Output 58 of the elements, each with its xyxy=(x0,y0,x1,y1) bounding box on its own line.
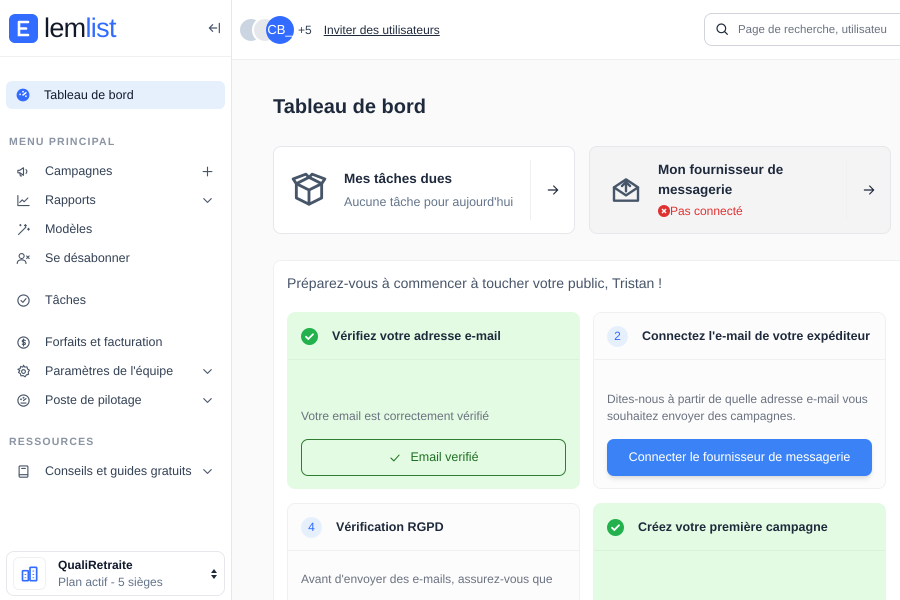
step-number: 2 xyxy=(607,326,628,346)
dashboard-icon xyxy=(16,392,31,408)
page-title: Tableau de bord xyxy=(273,95,427,120)
search-icon xyxy=(714,21,730,37)
step-title: Créez votre première campagne xyxy=(638,518,828,536)
summary-card[interactable]: Mon fournisseur de messagerie Pas connecté xyxy=(589,146,891,234)
collapse-sidebar-button[interactable] xyxy=(206,20,222,36)
sidebar-item[interactable]: Paramètres de l'équipe xyxy=(6,356,225,386)
search-field[interactable]: Page de recherche, utilisateu xyxy=(704,13,900,46)
section-heading: RESSOURCES xyxy=(8,434,96,450)
dashboard-icon xyxy=(16,88,30,102)
user-remove-icon xyxy=(16,250,31,266)
sidebar-item[interactable]: Tâches xyxy=(6,286,225,315)
step-title: Connectez l'e-mail de votre expéditeur xyxy=(642,328,870,345)
sidebar-item[interactable]: Se désabonner xyxy=(6,244,225,273)
plan-label: Plan actif - 5 sièges xyxy=(58,574,164,590)
logo-wordmark: lemlist xyxy=(44,14,116,42)
status-label: Pas connecté xyxy=(670,203,743,220)
sidebar-item[interactable]: Rapports xyxy=(6,186,225,215)
collapse-icon xyxy=(206,20,222,36)
greeting-text: Préparez-vous à commencer à toucher votre public, Tristan ! xyxy=(287,274,664,293)
sidebar-item[interactable]: Modèles xyxy=(6,214,225,244)
check-circle-icon xyxy=(301,328,318,344)
sort-icon xyxy=(210,568,218,580)
section-heading: MENU PRINCIPAL xyxy=(8,135,116,150)
building-icon xyxy=(13,557,46,590)
logo-icon xyxy=(9,14,38,42)
error-icon xyxy=(658,205,670,217)
chart-icon xyxy=(16,192,31,208)
magic-wand-icon xyxy=(16,222,31,237)
check-circle-icon xyxy=(16,292,31,308)
plus-icon xyxy=(200,164,215,179)
sidebar-item[interactable]: Poste de pilotage xyxy=(6,386,225,415)
connect-provider-button[interactable]: Connecter le fournisseur de messagerie xyxy=(607,439,872,476)
workspace-name: QualiRetraite xyxy=(58,558,134,572)
step-description: Avant d'envoyer des e-mails, assurez-vous que xyxy=(301,571,554,588)
workspace-switcher[interactable]: QualiRetraite Plan actif - 5 sièges xyxy=(6,551,225,596)
dollar-circle-icon xyxy=(16,334,31,350)
step-title: Vérifiez votre adresse e-mail xyxy=(332,328,501,345)
card-title: Mon fournisseur de messagerie xyxy=(658,161,784,199)
card-title: Mes tâches dues xyxy=(344,170,454,188)
verified-button[interactable]: Email verifié xyxy=(301,439,566,476)
gear-icon xyxy=(16,364,31,379)
book-icon xyxy=(16,464,31,478)
sidebar-item[interactable]: Campagnes xyxy=(6,156,225,186)
step-number: 4 xyxy=(301,516,322,538)
sidebar-item[interactable]: Forfaits et facturation xyxy=(6,328,225,357)
summary-card[interactable]: Mes tâches dues Aucune tâche pour aujourd'hui xyxy=(273,146,575,234)
sidebar-item[interactable]: Conseils et guides gratuits xyxy=(6,456,225,486)
sidebar-item[interactable]: Tableau de bord xyxy=(6,81,225,109)
card-subtitle: Aucune tâche pour aujourd'hui xyxy=(344,194,514,211)
step-description: Dites-nous à partir de quelle adresse e-mail vous souhaitez envoyer des campagnes. xyxy=(607,391,869,425)
avatar: CB_ xyxy=(266,16,294,44)
invite-users-link[interactable]: Inviter des utilisateurs xyxy=(324,20,440,38)
check-circle-icon xyxy=(607,518,624,536)
step-title: Vérification RGPD xyxy=(336,518,444,536)
step-description: Votre email est correctement vérifié xyxy=(301,408,490,425)
more-users-count: +5 xyxy=(298,22,312,38)
